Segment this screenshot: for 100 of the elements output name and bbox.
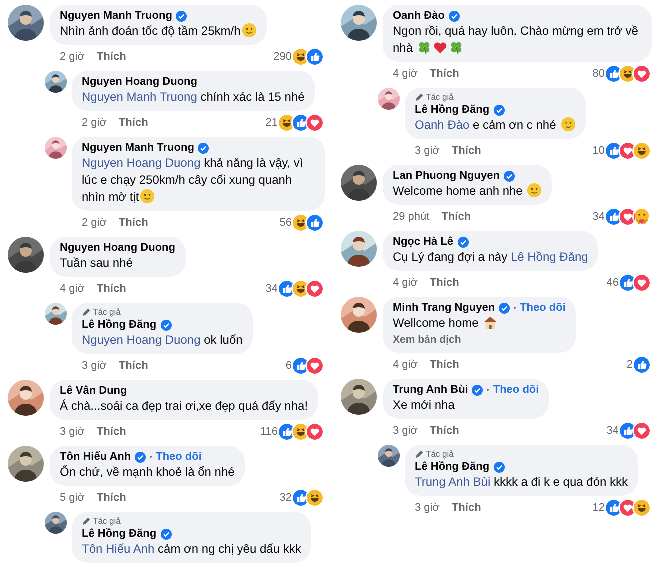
reaction-count: 116	[260, 426, 278, 438]
like-icon	[606, 66, 622, 82]
like-link[interactable]: Thích	[96, 51, 126, 63]
comment-text: Nguyen Manh Truong chính xác là 15 nhé	[82, 89, 305, 106]
reaction-count: 56	[280, 217, 292, 229]
author-name[interactable]: Lê Hồng Đăng	[415, 460, 490, 474]
timestamp: 4 giờ	[60, 283, 85, 295]
author-name[interactable]: Tôn Hiếu Anh	[60, 450, 132, 464]
timestamp: 4 giờ	[393, 359, 418, 371]
timestamp: 5 giờ	[60, 492, 85, 504]
reaction-count: 10	[592, 145, 605, 157]
timestamp: 4 giờ	[393, 68, 418, 80]
laughing-icon	[634, 500, 650, 516]
like-link[interactable]: Thích	[452, 502, 482, 514]
mention-link[interactable]: Nguyen Hoang Duong	[82, 156, 201, 170]
timestamp: 2 giờ	[82, 117, 107, 129]
author-name[interactable]: Nguyen Manh Truong	[82, 141, 194, 155]
like-link[interactable]: Thích	[452, 145, 482, 157]
author-name[interactable]: Trung Anh Bùi	[393, 383, 468, 397]
like-icon	[293, 358, 309, 374]
author-name[interactable]: Lê Hồng Đăng	[415, 103, 490, 117]
like-link[interactable]: Thích	[96, 492, 126, 504]
like-link[interactable]: Thích	[96, 426, 126, 438]
like-icon	[279, 281, 295, 297]
comment-text: Nhìn ảnh đoán tốc độ tầm 25km/h	[60, 23, 257, 40]
like-icon	[307, 215, 323, 231]
author-name[interactable]: Minh Trang Nguyen	[393, 301, 496, 315]
author-name[interactable]: Lan Phuong Nguyen	[393, 169, 500, 183]
reaction-count: 32	[280, 492, 292, 504]
follow-link[interactable]: Theo dõi	[493, 384, 540, 396]
timestamp: 3 giờ	[415, 145, 440, 157]
heart-icon	[634, 66, 650, 82]
heart-icon	[620, 209, 636, 225]
pencil-icon	[415, 450, 424, 459]
comment-text: Cụ Lý đang đợi a này Lê Hồng Đăng	[393, 249, 588, 266]
smiley-icon	[527, 183, 542, 198]
like-icon	[307, 49, 323, 65]
like-link[interactable]: Thích	[118, 360, 148, 372]
like-link[interactable]: Thích	[442, 211, 472, 223]
mention-link[interactable]: Nguyen Hoang Duong	[82, 333, 201, 347]
mention-link[interactable]: Oanh Đào	[415, 118, 470, 132]
timestamp: 3 giờ	[82, 360, 107, 372]
like-link[interactable]: Thích	[430, 68, 460, 80]
like-link[interactable]: Thích	[430, 277, 460, 289]
reaction-count: 34	[592, 211, 605, 223]
heart-icon	[634, 423, 650, 439]
author-name[interactable]: Lê Vân Dung	[60, 384, 128, 398]
like-icon	[293, 115, 309, 131]
mention-link[interactable]: Trung Anh Bùi	[415, 475, 491, 489]
like-link[interactable]: Thích	[430, 425, 460, 437]
smiley-icon	[242, 23, 257, 38]
follow-link[interactable]: Theo dõi	[156, 451, 202, 463]
comment-text: Tuần sau nhé	[60, 255, 134, 272]
translate-link[interactable]: Xem bản dịch	[393, 332, 566, 348]
heart-icon	[307, 424, 323, 440]
timestamp: 2 giờ	[60, 51, 85, 63]
reaction-count: 290	[274, 51, 292, 63]
comment-text: Nguyen Hoang Duong khả năng là vậy, vì lúc e chạy 250km/h cây cối xung quanh nhìn mờ tịt	[82, 155, 304, 206]
heart-icon	[433, 40, 448, 55]
like-icon	[606, 209, 622, 225]
reaction-count: 80	[592, 68, 605, 80]
timestamp: 3 giờ	[393, 425, 418, 437]
author-name[interactable]: Nguyen Hoang Duong	[60, 241, 176, 255]
author-tag: Tác giả	[426, 92, 454, 103]
hug-icon	[634, 209, 650, 225]
author-name[interactable]: Oanh Đào	[393, 9, 445, 23]
comment-text: Nguyen Hoang Duong ok luốn	[82, 332, 243, 349]
comment-text: Á chà...soái ca đẹp trai ơi,xe đẹp quá đấy nha!	[60, 398, 308, 415]
laughing-icon	[307, 490, 323, 506]
pencil-icon	[415, 93, 424, 102]
author-name[interactable]: Lê Hồng Đăng	[82, 527, 157, 541]
follow-link[interactable]: Theo dõi	[520, 302, 566, 314]
mention-link[interactable]: Nguyen Manh Truong	[82, 90, 198, 104]
heart-icon	[620, 143, 636, 159]
like-icon	[606, 143, 622, 159]
like-icon	[620, 275, 636, 291]
like-link[interactable]: Thích	[96, 283, 126, 295]
heart-icon	[620, 500, 636, 516]
like-link[interactable]: Thích	[118, 117, 148, 129]
like-icon	[279, 424, 295, 440]
laughing-icon	[620, 66, 636, 82]
clover-icon	[417, 40, 432, 55]
author-name[interactable]: Ngọc Hà Lê	[393, 235, 454, 249]
timestamp: 3 giờ	[415, 502, 440, 514]
like-link[interactable]: Thích	[118, 217, 148, 229]
author-name[interactable]: Nguyen Manh Truong	[60, 9, 172, 23]
comment-text: Xe mới nha	[393, 397, 456, 414]
laughing-icon	[634, 143, 650, 159]
author-name[interactable]: Nguyen Hoang Duong	[82, 75, 198, 89]
mention-link[interactable]: Lê Hồng Đăng	[510, 250, 588, 264]
timestamp: 29 phút	[393, 211, 430, 223]
author-tag: Tác giả	[93, 516, 121, 527]
heart-icon	[307, 115, 323, 131]
heart-icon	[307, 281, 323, 297]
mention-link[interactable]: Tôn Hiếu Anh	[82, 542, 155, 556]
author-name[interactable]: Lê Hồng Đăng	[82, 318, 157, 332]
author-tag: Tác giả	[426, 449, 454, 460]
like-link[interactable]: Thích	[430, 359, 460, 371]
like-icon	[293, 490, 309, 506]
comment-text: Oanh Đào e cảm ơn c nhé	[415, 117, 576, 134]
